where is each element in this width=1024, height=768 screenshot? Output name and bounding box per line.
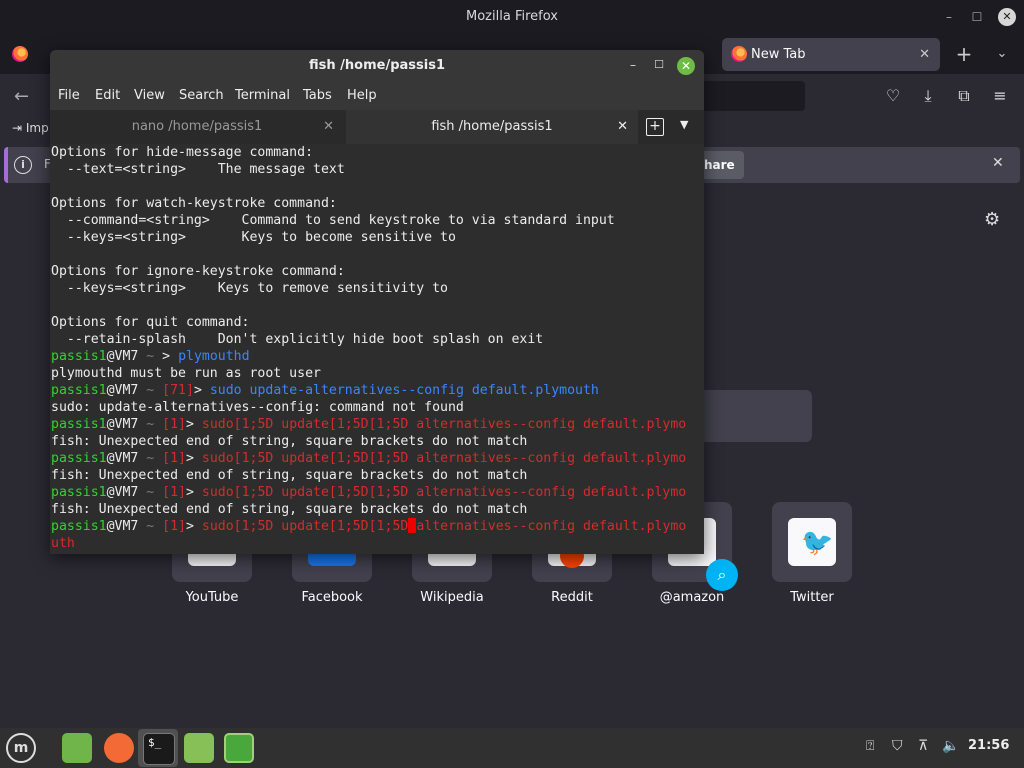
- terminal-prompt-line: passis1@VM7 ~ [71]> sudo update-alternat…: [51, 383, 599, 398]
- terminal-close-button[interactable]: ✕: [677, 57, 695, 75]
- menu-file[interactable]: File: [58, 82, 80, 110]
- terminal-launcher-icon[interactable]: $_: [143, 733, 175, 765]
- terminal-minimize-button[interactable]: –: [624, 56, 642, 74]
- tab-close-icon[interactable]: ✕: [617, 110, 628, 144]
- menu-terminal[interactable]: Terminal: [235, 82, 290, 110]
- terminal-title: fish /home/passis1: [50, 50, 704, 82]
- hamburger-menu-icon[interactable]: ≡: [989, 86, 1011, 106]
- terminal-prompt-line: passis1@VM7 ~ > plymouthd: [51, 349, 250, 364]
- tab-label: New Tab: [751, 47, 806, 62]
- terminal-line: Options for ignore-keystroke command:: [51, 264, 345, 279]
- firefox-tab-newtab[interactable]: New Tab ✕: [722, 38, 940, 71]
- terminal-line: Options for watch-keystroke command:: [51, 196, 337, 211]
- terminal-prompt-line: passis1@VM7 ~ [1]> sudo[1;5D update[1;5D…: [51, 451, 687, 466]
- firefox-maximize-button[interactable]: ☐: [968, 8, 986, 26]
- terminal-line: fish: Unexpected end of string, square b…: [51, 502, 528, 517]
- update-shield-icon[interactable]: ⛉: [892, 738, 903, 754]
- terminal-line: fish: Unexpected end of string, square b…: [51, 434, 528, 449]
- terminal-window: fish /home/passis1 – ☐ ✕ File Edit View …: [50, 50, 704, 554]
- firefox-view-icon[interactable]: [12, 46, 28, 62]
- tab-close-icon[interactable]: ✕: [919, 38, 930, 71]
- firefox-launcher-icon[interactable]: [104, 733, 134, 763]
- extensions-icon[interactable]: ⧉: [953, 86, 975, 106]
- menu-help[interactable]: Help: [347, 82, 377, 110]
- twitter-bird-icon: 🐦: [801, 528, 834, 558]
- terminal-tab-nano[interactable]: nano /home/passis1 ✕: [50, 110, 344, 144]
- terminal-line: --keys=<string> Keys to become sensitive…: [51, 230, 456, 245]
- terminal-line: plymouthd must be run as root user: [51, 366, 321, 381]
- shortcut-label: Twitter: [790, 590, 834, 605]
- sponsored-search-icon[interactable]: ⌕: [706, 559, 738, 591]
- terminal-line: --text=<string> The message text: [51, 162, 345, 177]
- terminal-line: sudo: update-alternatives--config: comma…: [51, 400, 464, 415]
- volume-icon[interactable]: 🔈: [942, 738, 959, 754]
- list-all-tabs-button[interactable]: ⌄: [992, 44, 1012, 64]
- notifications-icon[interactable]: ⍰: [866, 738, 874, 754]
- notification-close-icon[interactable]: ✕: [992, 155, 1004, 171]
- terminal-active-prompt-line[interactable]: passis1@VM7 ~ [1]> sudo[1;5D update[1;5D…: [51, 518, 686, 535]
- import-icon: ⇥: [12, 121, 23, 135]
- mint-update-icon[interactable]: [184, 733, 214, 763]
- firefox-titlebar: Mozilla Firefox: [0, 0, 1024, 34]
- shortcut-label: Facebook: [301, 590, 363, 605]
- firefox-minimize-button[interactable]: –: [940, 8, 958, 26]
- firefox-window-title: Mozilla Firefox: [466, 9, 558, 24]
- menu-tabs[interactable]: Tabs: [303, 82, 332, 110]
- shortcut-twitter[interactable]: 🐦: [772, 502, 852, 582]
- import-bookmarks-button[interactable]: ⇥ Imp: [12, 121, 49, 135]
- terminal-line: --keys=<string> Keys to remove sensitivi…: [51, 281, 448, 296]
- firefox-close-button[interactable]: ✕: [998, 8, 1016, 26]
- shortcut-label: Wikipedia: [420, 590, 484, 605]
- terminal-new-tab-icon[interactable]: +: [646, 118, 664, 136]
- terminal-prompt-line: passis1@VM7 ~ [1]> sudo[1;5D update[1;5D…: [51, 485, 687, 500]
- files-folder-icon[interactable]: [62, 733, 92, 763]
- notification-share-button[interactable]: hare: [700, 151, 744, 179]
- terminal-line-wrap: uth: [51, 536, 75, 551]
- terminal-line: --retain-splash Don't explicitly hide bo…: [51, 332, 544, 347]
- shortcut-label: YouTube: [185, 590, 239, 605]
- terminal-maximize-button[interactable]: ☐: [650, 56, 668, 74]
- terminal-tab-menu-chevron-icon[interactable]: ▼: [680, 118, 688, 131]
- back-arrow-icon[interactable]: ←: [14, 86, 29, 107]
- menu-edit[interactable]: Edit: [95, 82, 120, 110]
- newtab-search-box[interactable]: [704, 390, 812, 442]
- terminal-tab-fish[interactable]: fish /home/passis1 ✕: [346, 110, 638, 144]
- terminal-line: Options for quit command:: [51, 315, 250, 330]
- pocket-icon[interactable]: ♡: [882, 86, 904, 106]
- workspace-switcher-icon[interactable]: [224, 733, 254, 763]
- terminal-line: Options for hide-message command:: [51, 145, 314, 160]
- terminal-tabbar: nano /home/passis1 ✕ fish /home/passis1 …: [50, 110, 704, 144]
- shortcut-label: Reddit: [551, 590, 593, 605]
- terminal-prompt-line: passis1@VM7 ~ [1]> sudo[1;5D update[1;5D…: [51, 417, 687, 432]
- terminal-output[interactable]: Options for hide-message command: --text…: [50, 144, 704, 554]
- terminal-line: fish: Unexpected end of string, square b…: [51, 468, 528, 483]
- firefox-logo-icon: [731, 46, 747, 62]
- panel-clock[interactable]: 21:56: [968, 738, 1009, 753]
- terminal-line: --command=<string> Command to send keyst…: [51, 213, 615, 228]
- tab-close-icon[interactable]: ✕: [323, 110, 334, 144]
- new-tab-button[interactable]: +: [954, 42, 974, 66]
- menu-search[interactable]: Search: [179, 82, 224, 110]
- network-icon[interactable]: ⊼: [918, 738, 928, 754]
- info-icon: i: [14, 156, 32, 174]
- terminal-menubar: File Edit View Search Terminal Tabs Help: [50, 82, 704, 110]
- menu-view[interactable]: View: [134, 82, 165, 110]
- shortcut-label: @amazon: [659, 590, 725, 605]
- downloads-icon[interactable]: ⤓: [917, 86, 939, 106]
- newtab-settings-gear-icon[interactable]: ⚙: [984, 209, 1000, 230]
- mint-menu-icon[interactable]: m: [6, 733, 36, 763]
- url-bar[interactable]: [704, 81, 805, 111]
